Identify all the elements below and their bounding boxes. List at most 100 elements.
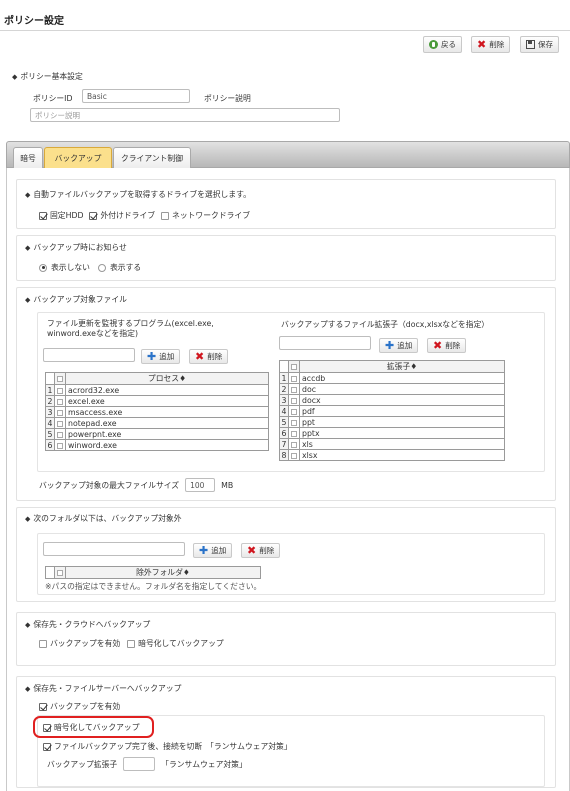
title-divider — [0, 30, 570, 31]
exclude-note: ※パスの指定はできません。フォルダ名を指定してください。 — [45, 582, 262, 591]
row-checkbox[interactable] — [291, 397, 297, 404]
extension-cell: xls — [299, 438, 505, 450]
fileserver-ext-label: バックアップ拡張子 — [47, 759, 118, 769]
row-checkbox[interactable] — [291, 375, 297, 382]
fileserver-disconnect-label: ファイルバックアップ完了後、接続を切断 「ランサムウェア対策」 — [54, 742, 292, 751]
drive-network-checkbox[interactable] — [161, 211, 170, 220]
row-checkbox[interactable] — [57, 409, 63, 416]
delete-folder-button[interactable]: ✖ 削除 — [241, 543, 281, 558]
policy-desc-input[interactable]: ポリシー説明 — [30, 108, 340, 122]
process-cell: acrord32.exe — [65, 384, 269, 396]
exclude-heading: ◆ 次のフォルダ以下は、バックアップ対象外 — [25, 513, 182, 524]
extension-column-header[interactable]: 拡張子♦ — [299, 360, 505, 373]
add-folder-button[interactable]: ✚ 追加 — [193, 543, 233, 558]
program-input[interactable] — [43, 348, 135, 362]
extensions-desc: バックアップするファイル拡張子（docx,xlsxなどを指定） — [281, 320, 490, 329]
table-row[interactable]: 1 accdb — [279, 372, 505, 384]
table-row[interactable]: 8 xlsx — [279, 449, 505, 461]
drive-external-label: 外付けドライブ — [100, 211, 156, 220]
row-checkbox[interactable] — [57, 431, 63, 438]
cloud-heading-text: 保存先・クラウドへバックアップ — [33, 620, 151, 629]
row-checkbox[interactable] — [57, 420, 63, 427]
policy-id-input[interactable]: Basic — [82, 89, 190, 103]
process-header-check[interactable] — [54, 372, 66, 385]
add-program-label: 追加 — [159, 352, 175, 361]
target-heading: ◆ バックアップ対象ファイル — [25, 294, 127, 305]
back-button[interactable]: 戻る — [423, 36, 462, 53]
select-all-checkbox[interactable] — [291, 364, 297, 370]
tab-backup[interactable]: バックアップ — [44, 147, 112, 169]
extension-column-label: 拡張子 — [386, 362, 411, 371]
add-program-button[interactable]: ✚ 追加 — [141, 349, 181, 364]
fileserver-ext-row: バックアップ拡張子 「ランサムウェア対策」 — [47, 757, 247, 771]
save-icon — [526, 40, 535, 49]
extension-header-check[interactable] — [288, 360, 300, 373]
save-button[interactable]: 保存 — [520, 36, 559, 53]
extension-cell: accdb — [299, 372, 505, 384]
fileserver-enable-checkbox[interactable] — [39, 702, 47, 711]
delete-program-button[interactable]: ✖ 削除 — [189, 349, 229, 364]
exclude-column-header[interactable]: 除外フォルダ♦ — [65, 566, 261, 579]
sort-icon: ♦ — [410, 362, 418, 371]
maxsize-row: バックアップ対象の最大ファイルサイズ 100 MB — [39, 478, 233, 492]
cloud-encrypt-label: 暗号化してバックアップ — [138, 639, 224, 648]
tab-encryption[interactable]: 暗号 — [13, 147, 43, 169]
close-icon: ✖ — [433, 338, 443, 352]
extension-input[interactable] — [279, 336, 371, 350]
drive-external-checkbox[interactable] — [89, 211, 98, 220]
table-row[interactable]: 3 docx — [279, 394, 505, 406]
table-row[interactable]: 5 powerpnt.exe — [45, 428, 269, 440]
row-checkbox[interactable] — [57, 387, 63, 394]
table-row[interactable]: 2 excel.exe — [45, 395, 269, 407]
exclude-header-check[interactable] — [54, 566, 66, 579]
notify-hide-radio[interactable] — [39, 263, 47, 272]
table-row[interactable]: 1 acrord32.exe — [45, 384, 269, 396]
notify-show-radio[interactable] — [97, 263, 106, 272]
row-checkbox[interactable] — [291, 419, 297, 426]
exclude-folder-input[interactable] — [43, 542, 185, 556]
row-checkbox[interactable] — [291, 441, 297, 448]
drive-fixed-checkbox[interactable] — [39, 211, 47, 220]
row-checkbox[interactable] — [291, 430, 297, 437]
cloud-heading: ◆ 保存先・クラウドへバックアップ — [25, 619, 150, 630]
table-row[interactable]: 7 xls — [279, 438, 505, 450]
row-checkbox[interactable] — [57, 398, 63, 405]
close-icon: ✖ — [477, 37, 487, 51]
table-row[interactable]: 5 ppt — [279, 416, 505, 428]
cloud-enable-checkbox[interactable] — [39, 639, 47, 648]
fileserver-ext-note: 「ランサムウェア対策」 — [161, 759, 247, 769]
add-folder-label: 追加 — [211, 546, 227, 555]
table-row[interactable]: 3 msaccess.exe — [45, 406, 269, 418]
drive-options: 固定HDD 外付けドライブ ネットワークドライブ — [39, 210, 250, 221]
add-extension-button[interactable]: ✚ 追加 — [379, 338, 419, 353]
programs-desc-line2: winword.exeなどを指定) — [47, 329, 138, 338]
plus-icon: ✚ — [385, 338, 395, 352]
select-all-checkbox[interactable] — [57, 570, 63, 576]
table-row[interactable]: 6 winword.exe — [45, 439, 269, 451]
delete-button[interactable]: ✖ 削除 — [471, 36, 511, 53]
close-icon: ✖ — [195, 349, 205, 363]
row-checkbox[interactable] — [291, 408, 297, 415]
row-checkbox[interactable] — [291, 386, 297, 393]
basic-heading: ◆ ポリシー基本設定 — [12, 71, 83, 82]
table-row[interactable]: 2 doc — [279, 383, 505, 395]
fileserver-ext-input[interactable] — [123, 757, 156, 771]
drive-group: ◆ 自動ファイルバックアップを取得するドライブを選択します。 固定HDD 外付け… — [16, 179, 556, 229]
notify-hide-label: 表示しない — [51, 263, 90, 272]
table-row[interactable]: 6 pptx — [279, 427, 505, 439]
row-checkbox[interactable] — [57, 442, 63, 449]
tab-client-control[interactable]: クライアント制御 — [113, 147, 191, 169]
extension-cell: pdf — [299, 405, 505, 417]
process-cell: winword.exe — [65, 439, 269, 451]
table-row[interactable]: 4 pdf — [279, 405, 505, 417]
delete-extension-button[interactable]: ✖ 削除 — [427, 338, 467, 353]
exclude-table: 除外フォルダ♦ — [45, 566, 261, 579]
save-label: 保存 — [538, 40, 553, 49]
process-column-header[interactable]: プロセス♦ — [65, 372, 269, 385]
cloud-encrypt-checkbox[interactable] — [127, 639, 136, 648]
maxsize-input[interactable]: 100 — [185, 478, 216, 492]
select-all-checkbox[interactable] — [57, 376, 63, 382]
fileserver-disconnect-checkbox[interactable] — [43, 742, 51, 751]
row-checkbox[interactable] — [291, 452, 297, 459]
table-row[interactable]: 4 notepad.exe — [45, 417, 269, 429]
